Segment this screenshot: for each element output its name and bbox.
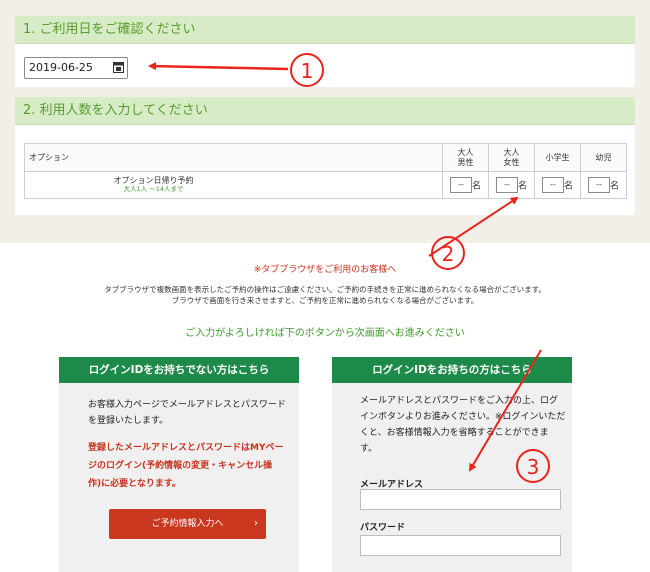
- header-adult-female-line1: 大人: [503, 147, 520, 157]
- header-adult-female-line2: 女性: [503, 157, 520, 167]
- child-cell: -- 名: [534, 171, 581, 199]
- login-text-line: メールアドレスとパスワードをご入力の上、ログ: [360, 396, 559, 406]
- proceed-message: ご入力がよろしければ下のボタンから次画面へお進みください: [185, 328, 465, 339]
- password-label: パスワード: [360, 523, 406, 533]
- adult-male-cell: -- 名: [442, 171, 489, 199]
- adult-female-cell: -- 名: [488, 171, 535, 199]
- header-adult-female: 大人 女性: [488, 143, 535, 172]
- date-input[interactable]: 2019-06-25: [24, 57, 128, 79]
- email-field[interactable]: [360, 489, 561, 510]
- warning-line: 作)に必要となります。: [88, 479, 181, 489]
- adult-male-select[interactable]: --: [449, 177, 472, 193]
- option-name-cell: オプション日帰り予約 大人1人 〜14人まで: [24, 171, 443, 199]
- header-adult-male: 大人 男性: [442, 143, 489, 172]
- login-text-line: す。: [360, 444, 378, 454]
- login-description: メールアドレスとパスワードをご入力の上、ログ インボタンよりお進みください。※ロ…: [360, 393, 565, 457]
- login-box-title: ログインIDをお持ちの方はこちら: [332, 357, 572, 383]
- option-sub: 大人1人 〜14人まで: [123, 185, 184, 193]
- tab-browser-notice-title: ※タブブラウザをご利用のお客様へ: [253, 265, 397, 275]
- unit-label: 名: [471, 181, 481, 192]
- notice-line-2: ブラウザで画面を行き来させますと、ご予約を正常に進められなくなる場合がございます…: [171, 296, 479, 305]
- option-name: オプション日帰り予約: [113, 176, 194, 185]
- warning-line: 登録したメールアドレスとパスワードはMYペー: [88, 443, 284, 453]
- header-adult-male-line1: 大人: [457, 147, 474, 157]
- no-login-text-line: お客様入力ページでメールアドレスとパスワード: [88, 400, 286, 410]
- table-row: オプション日帰り予約 大人1人 〜14人まで -- 名 -- 名 -- 名 -- 名: [24, 171, 627, 199]
- header-option: オプション: [24, 143, 443, 172]
- date-section-title: 1. ご利用日をご確認ください: [15, 16, 635, 44]
- people-section-title: 2. 利用人数を入力してください: [15, 97, 635, 125]
- notice-line-1: タブブラウザで複数画面を表示したご予約の操作はご遠慮ください。ご予約の手続きを正…: [104, 285, 546, 294]
- infant-select[interactable]: --: [587, 177, 610, 193]
- child-select[interactable]: --: [541, 177, 564, 193]
- no-login-box-title: ログインIDをお持ちでない方はこちら: [59, 357, 299, 383]
- calendar-icon[interactable]: [113, 61, 124, 73]
- reservation-input-label: ご予約情報入力へ: [151, 519, 224, 529]
- login-text-line: くと、お客様情報入力を省略することができま: [360, 428, 549, 438]
- no-login-warning: 登録したメールアドレスとパスワードはMYペー ジのログイン(予約情報の変更・キャ…: [88, 439, 283, 493]
- reservation-input-button[interactable]: ご予約情報入力へ ›: [109, 509, 266, 539]
- adult-female-select[interactable]: --: [495, 177, 518, 193]
- header-child: 小学生: [534, 143, 581, 172]
- date-value: 2019-06-25: [29, 61, 93, 74]
- no-login-text-line: を登録いたします。: [88, 416, 169, 426]
- unit-label: 名: [563, 181, 573, 192]
- unit-label: 名: [609, 181, 619, 192]
- login-box: ログインIDをお持ちの方はこちら メールアドレスとパスワードをご入力の上、ログ …: [332, 357, 572, 572]
- table-header-row: オプション 大人 男性 大人 女性 小学生 幼児: [24, 143, 627, 172]
- warning-line: ジのログイン(予約情報の変更・キャンセル操: [88, 461, 273, 471]
- header-adult-male-line2: 男性: [457, 157, 474, 167]
- password-field[interactable]: [360, 535, 561, 556]
- no-login-box: ログインIDをお持ちでない方はこちら お客様入力ページでメールアドレスとパスワー…: [59, 357, 299, 572]
- chevron-right-icon: ›: [254, 518, 258, 529]
- option-table: オプション 大人 男性 大人 女性 小学生 幼児 オプション日帰り予約 大人1人…: [24, 143, 627, 199]
- infant-cell: -- 名: [580, 171, 627, 199]
- no-login-description: お客様入力ページでメールアドレスとパスワード を登録いたします。: [88, 397, 286, 429]
- unit-label: 名: [517, 181, 527, 192]
- login-text-line: インボタンよりお進みください。※ログインいただ: [360, 412, 566, 422]
- header-infant: 幼児: [580, 143, 627, 172]
